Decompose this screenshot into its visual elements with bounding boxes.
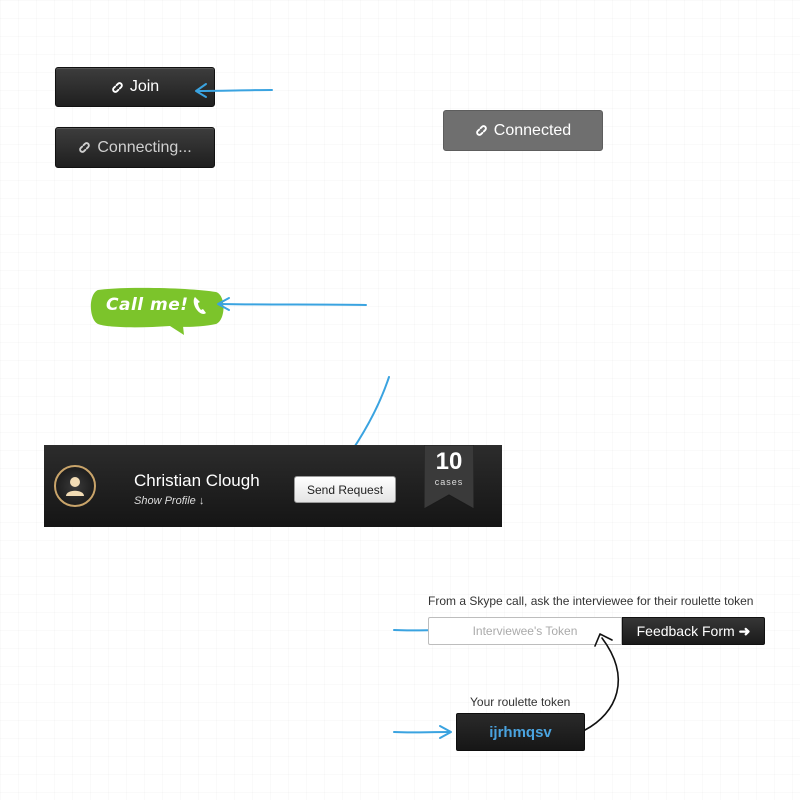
show-profile-label: Show Profile: [134, 495, 196, 507]
show-profile-link[interactable]: Show Profile ↓: [134, 495, 204, 507]
feedback-form-label: Feedback Form: [636, 623, 735, 639]
arrow-right-icon: ➜: [738, 622, 751, 639]
token-prompt: From a Skype call, ask the interviewee f…: [428, 594, 754, 608]
connecting-button[interactable]: Connecting...: [55, 127, 215, 168]
cases-ribbon: 10 cases: [424, 445, 474, 509]
profile-bar: Christian Clough Show Profile ↓ Send Req…: [44, 445, 502, 527]
annotation-arrow: [584, 633, 619, 731]
connected-button[interactable]: Connected: [443, 110, 603, 151]
link-icon: [111, 81, 124, 94]
join-button-label: Join: [129, 78, 160, 95]
cases-count: 10: [435, 448, 463, 475]
cases-label: cases: [434, 477, 464, 487]
callme-label: Call me!: [106, 295, 189, 315]
callme-bubble[interactable]: Call me!: [88, 286, 228, 338]
profile-name: Christian Clough: [134, 471, 260, 490]
avatar[interactable]: [54, 465, 96, 507]
phone-icon: [193, 297, 206, 314]
connecting-button-label: Connecting...: [97, 138, 192, 156]
link-icon: [78, 141, 91, 154]
your-token-label: Your roulette token: [470, 695, 571, 709]
your-token-value: ijrhmqsv: [456, 713, 585, 751]
connected-button-label: Connected: [493, 121, 572, 139]
link-icon: [475, 124, 488, 137]
send-request-button[interactable]: Send Request: [294, 476, 396, 503]
annotation-arrow: [393, 725, 452, 739]
user-icon: [66, 477, 84, 496]
feedback-form-button[interactable]: Feedback Form ➜: [622, 617, 765, 645]
arrow-down-icon: ↓: [198, 495, 205, 507]
annotation-arrow: [195, 83, 273, 98]
annotation-arrow: [217, 297, 367, 311]
